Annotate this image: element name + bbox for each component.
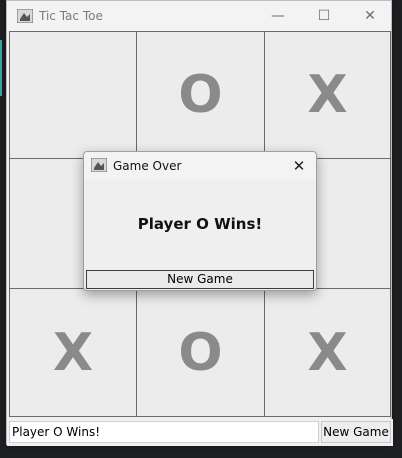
status-bar: Player O Wins! New Game (7, 419, 393, 446)
board-cell[interactable] (9, 31, 137, 159)
window-titlebar[interactable]: Tic Tac Toe — ☐ ✕ (7, 1, 391, 31)
board-cell[interactable]: O (136, 31, 265, 159)
dialog-new-game-button[interactable]: New Game (86, 270, 314, 289)
java-app-icon (17, 9, 33, 23)
minimize-button[interactable]: — (255, 1, 301, 31)
board-cell[interactable]: X (264, 288, 391, 417)
close-button[interactable]: ✕ (347, 1, 393, 31)
maximize-button[interactable]: ☐ (301, 1, 347, 31)
dialog-title: Game Over (113, 159, 182, 173)
status-field: Player O Wins! (9, 421, 319, 443)
new-game-button[interactable]: New Game (321, 421, 391, 443)
dialog-close-icon[interactable]: ✕ (288, 155, 310, 177)
dialog-titlebar[interactable]: Game Over ✕ (84, 152, 316, 180)
board-cell[interactable]: O (136, 288, 265, 417)
game-over-dialog: Game Over ✕ Player O Wins! New Game (83, 151, 317, 291)
java-app-icon (91, 158, 107, 172)
board-cell[interactable]: X (264, 31, 391, 159)
board-cell[interactable]: X (9, 288, 137, 417)
window-title: Tic Tac Toe (39, 9, 103, 23)
dialog-message: Player O Wins! (137, 215, 263, 233)
editor-accent-bar (0, 40, 2, 96)
